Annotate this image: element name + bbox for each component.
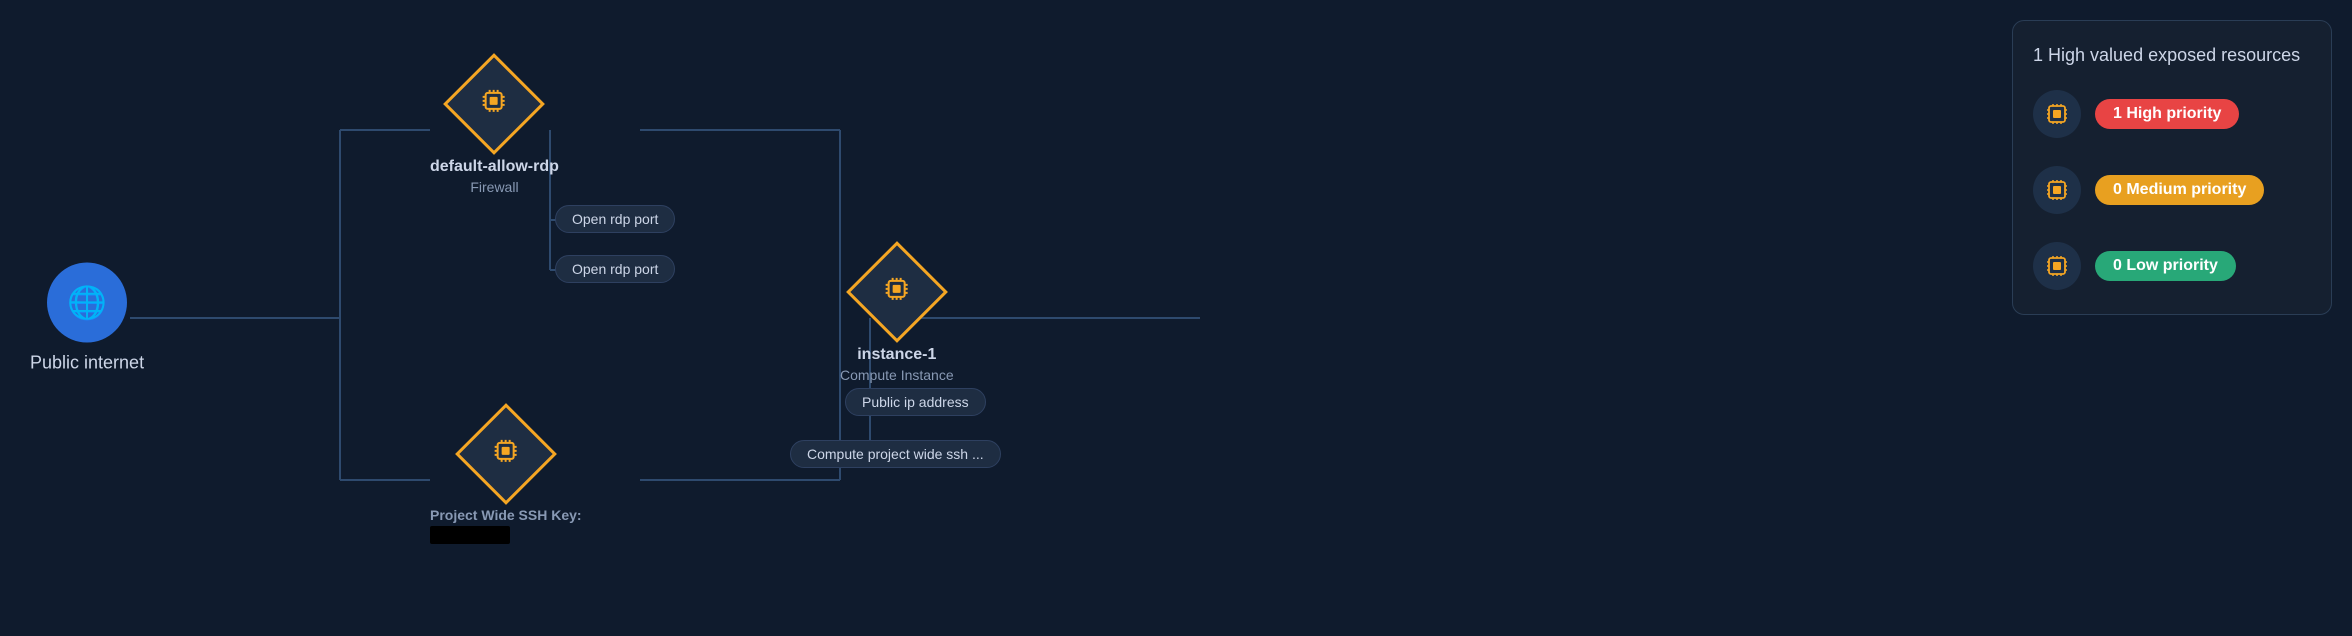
panel-row-medium[interactable]: 0 Medium priority (2033, 166, 2311, 214)
panel-icon-medium (2033, 166, 2081, 214)
panel-icon-high (2033, 90, 2081, 138)
panel-icon-low (2033, 242, 2081, 290)
public-internet-node[interactable]: 🌐 Public internet (30, 263, 144, 374)
main-container: 🌐 Public internet (0, 0, 2352, 636)
firewall-diamond (444, 53, 546, 155)
compute-diamond (846, 241, 948, 343)
badge-medium[interactable]: 0 Medium priority (2095, 175, 2264, 205)
ssh-label: Project Wide SSH Key: (430, 506, 582, 544)
ssh-diamond (455, 403, 557, 505)
panel-row-high[interactable]: 1 High priority (2033, 90, 2311, 138)
compute-label: instance-1 Compute Instance (840, 344, 954, 386)
chip-icon-compute (883, 275, 911, 310)
tag-compute-ssh[interactable]: Compute project wide ssh ... (790, 440, 1001, 468)
tag-rdp2[interactable]: Open rdp port (555, 255, 675, 283)
firewall-node[interactable]: default-allow-rdp Firewall (430, 68, 559, 198)
redacted-value (430, 526, 510, 544)
badge-high[interactable]: 1 High priority (2095, 99, 2239, 129)
right-panel: 1 High valued exposed resources (2012, 20, 2332, 315)
tag-public-ip[interactable]: Public ip address (845, 388, 986, 416)
connector-lines (0, 0, 2352, 636)
compute-node[interactable]: instance-1 Compute Instance (840, 256, 954, 386)
chip-icon-ssh (492, 437, 520, 472)
panel-row-low[interactable]: 0 Low priority (2033, 242, 2311, 290)
globe-icon: 🌐 (67, 284, 107, 322)
tag-rdp1[interactable]: Open rdp port (555, 205, 675, 233)
badge-low[interactable]: 0 Low priority (2095, 251, 2236, 281)
internet-label: Public internet (30, 353, 144, 374)
chip-icon-firewall (480, 87, 508, 122)
internet-circle: 🌐 (47, 263, 127, 343)
ssh-node[interactable]: Project Wide SSH Key: (430, 418, 582, 544)
firewall-label: default-allow-rdp Firewall (430, 156, 559, 198)
panel-title: 1 High valued exposed resources (2033, 45, 2311, 66)
